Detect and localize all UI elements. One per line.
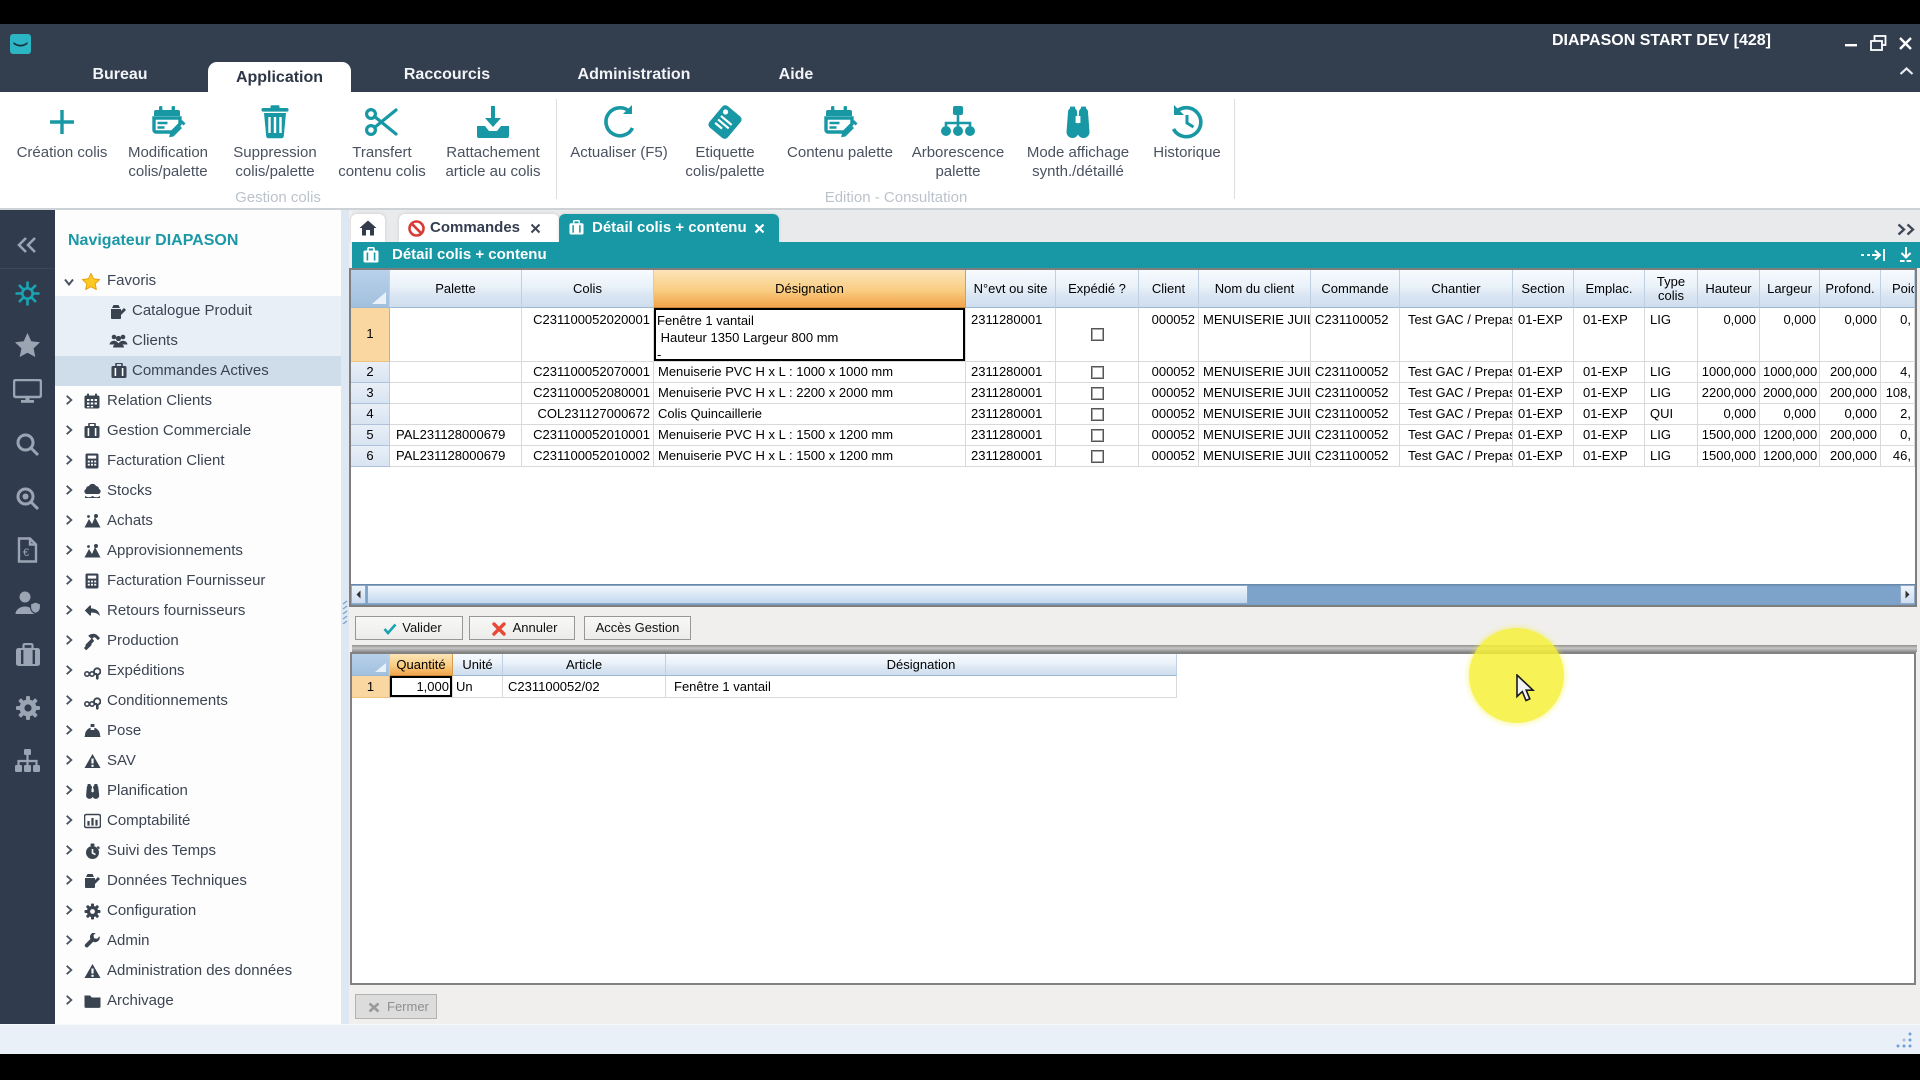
svg-text:€: € [23, 547, 29, 559]
